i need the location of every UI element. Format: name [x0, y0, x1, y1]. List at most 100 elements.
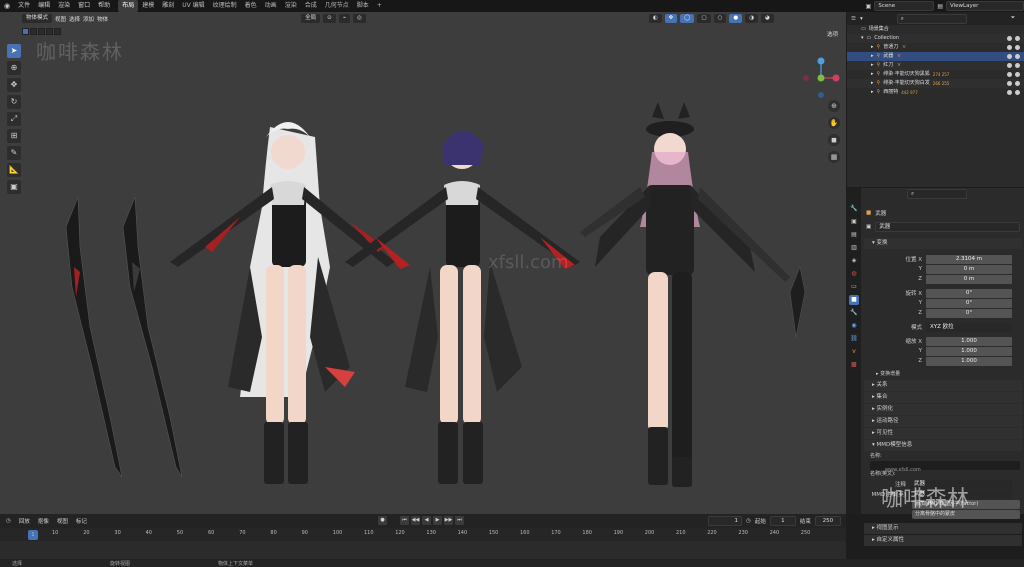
rotation-x-field[interactable]: 0°	[926, 288, 1012, 298]
scene-field[interactable]: Scene	[874, 1, 935, 11]
timeline-track-area[interactable]	[0, 541, 846, 559]
rendered-shading-icon[interactable]: ◕	[761, 14, 774, 23]
tab-layout[interactable]: 布局	[118, 0, 139, 12]
zoom-icon[interactable]: ⊕	[828, 100, 840, 112]
transform-orientation-dropdown[interactable]: 全局	[301, 14, 321, 23]
jump-start-icon[interactable]: ⏮	[400, 516, 409, 525]
scale-z-field[interactable]: 1.000	[926, 356, 1012, 366]
outliner-row[interactable]: ▸ ⚲ 普通刀 ⋎	[847, 43, 1024, 52]
view-layer-field[interactable]: ViewLayer	[946, 1, 1024, 11]
menu-view[interactable]: 视图	[55, 15, 66, 23]
rotation-mode-dropdown[interactable]: XYZ 欧拉	[926, 322, 1012, 332]
location-x-field[interactable]: 2.3104 m	[926, 254, 1012, 264]
rotation-z-field[interactable]: 0°	[926, 308, 1012, 318]
relations-section[interactable]: ▸ 关系	[864, 380, 1022, 391]
object-tab-icon[interactable]: ■	[849, 295, 859, 305]
record-icon[interactable]: ●	[378, 516, 387, 525]
menu-file[interactable]: 文件	[14, 0, 34, 12]
navigation-gizmo[interactable]	[800, 57, 842, 99]
solid-shading-icon[interactable]: ●	[729, 14, 743, 23]
viewport-display-section[interactable]: ▸ 视图显示	[864, 523, 1022, 534]
row-visibility[interactable]	[1007, 70, 1020, 77]
overlay-toggle-icon[interactable]: ◯	[680, 14, 695, 23]
tab-uv-editing[interactable]: UV 编辑	[178, 0, 208, 12]
menu-edit[interactable]: 编辑	[34, 0, 54, 12]
pan-hand-icon[interactable]: ✋	[828, 117, 840, 129]
prev-keyframe-icon[interactable]: ◀◀	[411, 516, 420, 525]
view-layer-tab-icon[interactable]: ▥	[849, 243, 859, 253]
tab-animation[interactable]: 动画	[261, 0, 281, 12]
outliner-scene-collection[interactable]: ▭ 场景集合	[847, 25, 1024, 34]
start-frame-field[interactable]: 1	[769, 516, 796, 526]
menu-timeline-view[interactable]: 视图	[57, 517, 68, 525]
location-y-field[interactable]: 0 m	[926, 264, 1012, 274]
outliner-row-selected[interactable]: ▸ ⚲ 武器 ⋎	[847, 52, 1024, 61]
outliner-row[interactable]: ▸ ⚲ 红刀 ⋎	[847, 61, 1024, 70]
rotation-y-field[interactable]: 0°	[926, 298, 1012, 308]
select-mode-buttons[interactable]	[22, 28, 61, 35]
row-visibility[interactable]	[1007, 52, 1020, 59]
scene-tab-icon[interactable]: ◈	[849, 256, 859, 266]
visibility-section[interactable]: ▸ 可见性	[864, 428, 1022, 439]
expand-arrow-icon[interactable]: ▸	[871, 43, 874, 52]
physics-tab-icon[interactable]: ◉	[849, 321, 859, 331]
outliner-search-input[interactable]: ⌕	[896, 13, 967, 24]
constraint-tab-icon[interactable]: ⛓	[849, 334, 859, 344]
render-tab-icon[interactable]: ▣	[849, 217, 859, 227]
add-workspace-button[interactable]: +	[373, 0, 386, 12]
sword-right[interactable]	[122, 196, 183, 478]
data-tab-icon[interactable]: ⋎	[849, 347, 859, 357]
tab-sculpting[interactable]: 雕刻	[158, 0, 178, 12]
tab-compositing[interactable]: 合成	[301, 0, 321, 12]
collections-section[interactable]: ▸ 集合	[864, 392, 1022, 403]
snap-icon[interactable]: ⌁	[338, 14, 351, 23]
delta-transform-subpanel[interactable]: ▸ 变换增量	[862, 370, 1024, 379]
motion-paths-section[interactable]: ▸ 运动路径	[864, 416, 1022, 427]
tab-texture-paint[interactable]: 纹理绘制	[209, 0, 241, 12]
outliner-row[interactable]: ▾ ▭ Collection	[847, 34, 1024, 43]
jump-end-icon[interactable]: ⏭	[455, 516, 464, 525]
tab-scripting[interactable]: 脚本	[353, 0, 373, 12]
menu-keying[interactable]: 抠像	[38, 517, 49, 525]
menu-render[interactable]: 渲染	[54, 0, 74, 12]
menu-object[interactable]: 物体	[97, 15, 108, 23]
timeline-ruler[interactable]: 1 10 20 30 40 50 60 70 80 90 100 110 120 130 140 150 16…	[0, 528, 846, 541]
tab-modeling[interactable]: 建模	[138, 0, 158, 12]
pivot-icon[interactable]: ⊙	[323, 14, 336, 23]
3d-viewport[interactable]: 物体模式 视图 选择 添加 物体 全局 ⊙ ⌁ ◎ ◐ ✥ ◯ ▢ ○ ● ◑ …	[0, 12, 846, 514]
scale-y-field[interactable]: 1.000	[926, 346, 1012, 356]
blender-logo-icon[interactable]: ◉	[0, 2, 14, 10]
menu-marker[interactable]: 标记	[76, 517, 87, 525]
visibility-icon[interactable]: ◐	[648, 14, 662, 23]
proportional-edit-icon[interactable]: ◎	[353, 14, 366, 23]
next-keyframe-icon[interactable]: ▶▶	[444, 516, 453, 525]
tab-rendering[interactable]: 渲染	[281, 0, 301, 12]
properties-search-input[interactable]: ⌕	[907, 189, 967, 199]
material-shading-icon[interactable]: ◑	[745, 14, 759, 23]
character-white-hair[interactable]	[170, 122, 395, 484]
world-tab-icon[interactable]: ◍	[849, 269, 859, 279]
mmd-model-info-section[interactable]: ▾ MMD模型信息	[864, 440, 1022, 451]
menu-playback[interactable]: 回放	[19, 517, 30, 525]
output-tab-icon[interactable]: ▤	[849, 230, 859, 240]
outliner-row[interactable]: ▸ ⚲ 绯染·丰能切天狗黑狐 274 257	[847, 70, 1024, 79]
transform-section-header[interactable]: ▾ 变换	[864, 238, 1022, 249]
row-visibility[interactable]	[1007, 79, 1020, 86]
expand-arrow-icon[interactable]: ▸	[871, 61, 874, 70]
playhead-frame[interactable]: 1	[28, 530, 38, 540]
expand-arrow-icon[interactable]: ▾	[861, 34, 864, 43]
row-visibility[interactable]	[1007, 61, 1020, 68]
tool-tab-icon[interactable]: 🔧	[849, 204, 859, 214]
clock-icon[interactable]: ◷	[746, 518, 751, 524]
xray-icon[interactable]: ▢	[697, 14, 711, 23]
expand-arrow-icon[interactable]: ▸	[871, 52, 874, 61]
row-visibility[interactable]	[1007, 34, 1020, 41]
menu-add[interactable]: 添加	[83, 15, 94, 23]
wireframe-shading-icon[interactable]: ○	[713, 14, 727, 23]
texture-tab-icon[interactable]: ▩	[849, 360, 859, 370]
object-name-field[interactable]: 武器	[875, 222, 1020, 232]
row-visibility[interactable]	[1007, 43, 1020, 50]
timeline-editor-icon[interactable]: ◷	[6, 518, 11, 524]
gizmo-toggle-icon[interactable]: ✥	[664, 14, 678, 23]
outliner-row[interactable]: ▸ ⚲ 西丽特 442 977	[847, 88, 1024, 97]
